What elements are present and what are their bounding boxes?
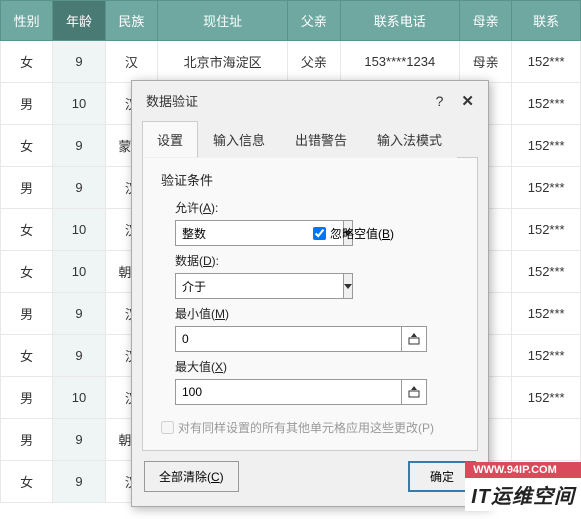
ignore-blank-text: 忽略空值(B) [330,225,394,242]
tab-ime-mode[interactable]: 输入法模式 [362,121,457,158]
cell-gender[interactable]: 男 [1,83,53,125]
help-icon[interactable]: ? [436,93,444,109]
cell-age[interactable]: 9 [53,293,105,335]
col-gender[interactable]: 性别 [1,1,53,41]
cell-age[interactable]: 10 [53,377,105,419]
data-combo[interactable] [175,273,295,299]
cell-gender[interactable]: 男 [1,293,53,335]
max-input-group [175,379,427,405]
cell-gender[interactable]: 女 [1,41,53,83]
data-input[interactable] [175,273,343,299]
cell-gender[interactable]: 男 [1,419,53,461]
cell-gender[interactable]: 女 [1,251,53,293]
col-mother[interactable]: 母亲 [459,1,511,41]
table-row: 女9汉北京市海淀区父亲153****1234母亲152*** [1,41,581,83]
data-dropdown-icon[interactable] [343,273,353,299]
cell-age[interactable]: 9 [53,125,105,167]
watermark: WWW.94IP.COM IT运维空间 [465,462,581,511]
min-label: 最小值(M) [175,305,459,322]
min-range-picker-icon[interactable] [401,326,427,352]
cell-age[interactable]: 9 [53,419,105,461]
clear-all-button[interactable]: 全部清除(C) [144,461,239,492]
cell-addr[interactable]: 北京市海淀区 [158,41,288,83]
cell-gender[interactable]: 女 [1,461,53,503]
cell-contact[interactable]: 152*** [512,377,581,419]
cell-phone[interactable]: 153****1234 [340,41,459,83]
dialog-titlebar: 数据验证 ? ✕ [132,81,488,120]
allow-label: 允许(A): [175,199,459,216]
apply-all-text: 对有同样设置的所有其他单元格应用这些更改(P) [178,419,434,436]
validation-criteria-label: 验证条件 [161,170,459,189]
apply-all-checkbox-label: 对有同样设置的所有其他单元格应用这些更改(P) [161,419,459,436]
col-contact[interactable]: 联系 [512,1,581,41]
ignore-blank-checkbox-label[interactable]: 忽略空值(B) [313,225,394,242]
cell-gender[interactable]: 男 [1,377,53,419]
max-range-picker-icon[interactable] [401,379,427,405]
watermark-url: WWW.94IP.COM [465,462,581,478]
tab-settings[interactable]: 设置 [142,121,198,158]
cell-contact[interactable]: 152*** [512,209,581,251]
ignore-blank-checkbox[interactable] [313,227,326,240]
col-age[interactable]: 年龄 [53,1,105,41]
cell-contact[interactable]: 152*** [512,41,581,83]
max-label: 最大值(X) [175,358,459,375]
allow-combo[interactable] [175,220,295,246]
cell-gender[interactable]: 女 [1,335,53,377]
cell-mother[interactable]: 母亲 [459,41,511,83]
data-label: 数据(D): [175,252,459,269]
close-icon[interactable]: ✕ [461,92,474,110]
cell-age[interactable]: 9 [53,335,105,377]
table-header-row: 性别 年龄 民族 现住址 父亲 联系电话 母亲 联系 [1,1,581,41]
cell-contact[interactable]: 152*** [512,293,581,335]
cell-contact[interactable]: 152*** [512,125,581,167]
cell-age[interactable]: 9 [53,461,105,503]
col-phone[interactable]: 联系电话 [340,1,459,41]
cell-father[interactable]: 父亲 [288,41,340,83]
cell-age[interactable]: 10 [53,251,105,293]
col-address[interactable]: 现住址 [158,1,288,41]
tab-error-alert[interactable]: 出错警告 [280,121,362,158]
apply-all-checkbox [161,421,174,434]
data-validation-dialog: 数据验证 ? ✕ 设置 输入信息 出错警告 输入法模式 验证条件 允许(A): … [131,80,489,507]
cell-age[interactable]: 9 [53,41,105,83]
cell-contact[interactable]: 152*** [512,83,581,125]
cell-gender[interactable]: 女 [1,209,53,251]
cell-contact[interactable]: 152*** [512,251,581,293]
cell-ethnic[interactable]: 汉 [105,41,157,83]
cell-contact[interactable]: 152*** [512,335,581,377]
min-input[interactable] [175,326,401,352]
dialog-tabs: 设置 输入信息 出错警告 输入法模式 [142,120,478,158]
cell-contact[interactable]: 152*** [512,167,581,209]
dialog-button-row: 全部清除(C) 确定 [132,451,488,506]
cell-age[interactable]: 9 [53,167,105,209]
cell-gender[interactable]: 男 [1,167,53,209]
watermark-text: IT运维空间 [465,478,581,511]
cell-age[interactable]: 10 [53,83,105,125]
max-input[interactable] [175,379,401,405]
cell-gender[interactable]: 女 [1,125,53,167]
cell-contact[interactable] [512,419,581,461]
min-input-group [175,326,427,352]
tab-settings-content: 验证条件 允许(A): 忽略空值(B) 数据(D): [142,158,478,451]
col-ethnic[interactable]: 民族 [105,1,157,41]
dialog-title: 数据验证 [146,91,436,110]
tab-input-message[interactable]: 输入信息 [198,121,280,158]
col-father[interactable]: 父亲 [288,1,340,41]
cell-age[interactable]: 10 [53,209,105,251]
